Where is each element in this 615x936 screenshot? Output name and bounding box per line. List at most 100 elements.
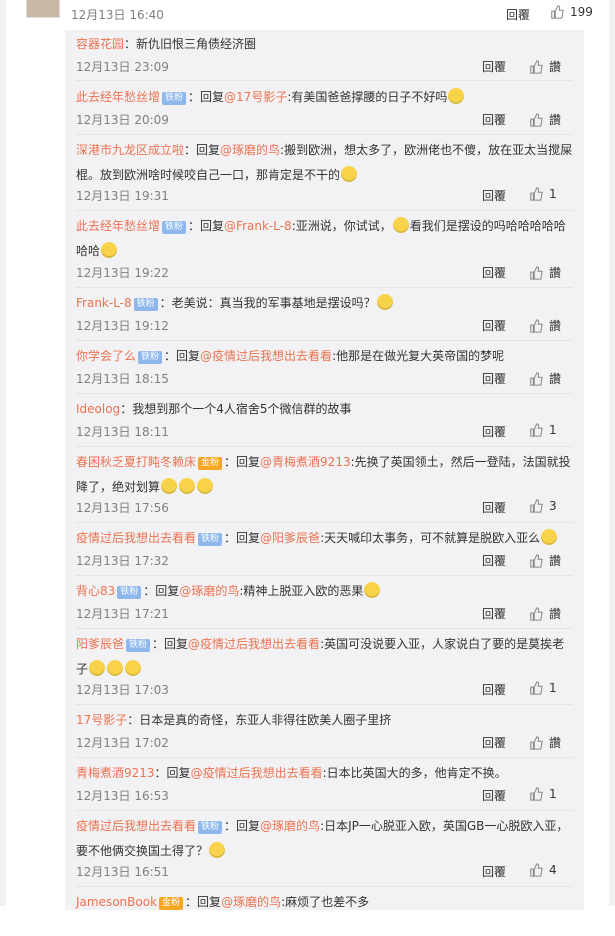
like-button[interactable]: 讚	[529, 58, 573, 75]
mention-link[interactable]: @Frank-L-8	[224, 219, 292, 233]
reply-button[interactable]: 回覆	[482, 605, 506, 622]
like-button[interactable]: 讚	[529, 370, 573, 387]
like-count: 1	[549, 787, 557, 801]
like-button[interactable]: 1	[529, 787, 573, 801]
like-button[interactable]: 讚	[529, 552, 573, 569]
mention-link[interactable]: @青梅煮酒9213	[260, 455, 351, 469]
reply-username[interactable]: JamesonBook	[76, 895, 157, 909]
reply-divider	[76, 757, 573, 758]
reply-username[interactable]: 17号影子	[76, 713, 127, 727]
reply-body: ：回复	[143, 584, 180, 598]
reply-time: 12月13日 17:02	[76, 736, 169, 750]
reply-divider	[76, 522, 573, 523]
reply-divider	[76, 210, 573, 211]
reply-username[interactable]: 此去经年愁丝增	[76, 219, 160, 233]
reply-button[interactable]: 回覆	[482, 370, 506, 387]
replies-panel: 容器花园：新仇旧恨三角债经济圈 12月13日 23:09 回覆讚此去经年愁丝增 铁粉：…	[65, 30, 584, 910]
reply-button[interactable]: 回覆	[506, 6, 530, 23]
like-button[interactable]: 1	[529, 681, 573, 695]
like-button[interactable]: 3	[529, 499, 573, 513]
reply-meta: 12月13日 17:21 回覆 讚	[76, 605, 573, 623]
reply-time: 12月13日 23:09	[76, 60, 169, 74]
reply-username[interactable]: 容器花园	[76, 37, 124, 51]
avatar[interactable]	[26, 0, 60, 18]
reply-username[interactable]: Frank-L-8	[76, 296, 132, 310]
like-button[interactable]: 1	[529, 423, 573, 437]
reply-button[interactable]: 回覆	[482, 734, 506, 751]
like-button[interactable]: 讚	[529, 317, 573, 334]
like-button[interactable]: 讚	[529, 264, 573, 281]
thumbs-up-icon	[530, 787, 543, 801]
reply-button[interactable]: 回覆	[482, 317, 506, 334]
reply-button[interactable]: 回覆	[482, 552, 506, 569]
laugh-emoji-icon	[392, 217, 409, 233]
like-button[interactable]: 讚	[529, 605, 573, 622]
reply-text: 你学会了么 铁粉 ：回复@疫情过后我想出去看看:他那是在做光复大英帝国的梦呢	[76, 344, 573, 369]
reply-text: 此去经年愁丝增 铁粉 ：回复@17号影子:有美国爸爸撑腰的日子不好吗	[76, 85, 573, 110]
reply-body-continued: :日本比英国大的多，他肯定不换。	[322, 766, 507, 780]
reply-divider	[76, 628, 573, 629]
like-button[interactable]: 讚	[529, 734, 573, 751]
thumbs-up-icon	[530, 423, 543, 437]
reply-body: ：回复	[188, 219, 225, 233]
reply-item: 疫情过后我想出去看看 铁粉 ：回复@阳爹辰爸:天天喊印太事务，可不就算是脱欧入亚么 1…	[76, 526, 573, 575]
reply-time: 12月13日 19:22	[76, 266, 169, 280]
reply-button[interactable]: 回覆	[482, 187, 506, 204]
thumbs-up-icon	[530, 112, 543, 127]
parent-comment-footer: 12月13日 16:40 回覆 199	[6, 0, 609, 28]
reply-divider	[76, 810, 573, 811]
reply-meta: 12月13日 17:03 回覆 1	[76, 681, 573, 699]
fan-badge: 铁粉	[162, 221, 187, 234]
reply-username[interactable]: 背心83	[76, 584, 115, 598]
emoji-icon	[101, 242, 118, 258]
reply-button[interactable]: 回覆	[482, 681, 506, 698]
like-button[interactable]: 讚	[529, 111, 573, 128]
reply-username[interactable]: 此去经年愁丝增	[76, 90, 160, 104]
reply-time: 12月13日 18:11	[76, 425, 169, 439]
mention-link[interactable]: @17号影子	[224, 90, 287, 104]
reply-body: ：新仇旧恨三角债经济圈	[124, 37, 257, 51]
mention-link[interactable]: @疫情过后我想出去看看	[191, 766, 323, 780]
mention-link[interactable]: @琢磨的鸟	[179, 584, 239, 598]
reply-meta: 12月13日 17:32 回覆 讚	[76, 552, 573, 570]
mention-link[interactable]: @琢磨的鸟	[221, 895, 281, 909]
reply-username[interactable]: 疫情过后我想出去看看	[76, 531, 196, 545]
reply-button[interactable]: 回覆	[482, 863, 506, 880]
reply-text: JamesonBook 金粉 ：回复@琢磨的鸟:麻烦了也差不多	[76, 890, 573, 915]
like-count: 199	[570, 5, 593, 19]
reply-item: 疫情过后我想出去看看 铁粉 ：回复@琢磨的鸟:日本JP一心脱亚入欧，英国GB一心脱欧…	[76, 814, 573, 886]
thumbs-up-icon	[530, 735, 543, 750]
reply-item: JamesonBook 金粉 ：回复@琢磨的鸟:麻烦了也差不多	[76, 890, 573, 936]
reply-body: ：我想到那个一个4人宿舍5个微信群的故事	[120, 402, 352, 416]
reply-username[interactable]: 深港市九龙区成立啦	[76, 143, 184, 157]
reply-divider	[76, 287, 573, 288]
mention-link[interactable]: @疫情过后我想出去看看	[200, 349, 332, 363]
mention-link[interactable]: @琢磨的鸟	[260, 819, 320, 833]
reply-username[interactable]: 疫情过后我想出去看看	[76, 819, 196, 833]
reply-username[interactable]: Ideolog	[76, 402, 120, 416]
reply-button[interactable]: 回覆	[482, 264, 506, 281]
reply-button[interactable]: 回覆	[482, 58, 506, 75]
reply-button[interactable]: 回覆	[482, 111, 506, 128]
reply-username[interactable]: 你学会了么	[76, 349, 136, 363]
thumbs-up-icon	[530, 318, 543, 333]
reply-username[interactable]: 阳爹辰爸	[76, 637, 124, 651]
fan-badge: 铁粉	[198, 821, 223, 834]
mention-link[interactable]: @琢磨的鸟	[220, 143, 280, 157]
mention-link[interactable]: @疫情过后我想出去看看	[188, 637, 320, 651]
reply-username[interactable]: 青梅煮酒9213	[76, 766, 155, 780]
reply-text: Frank-L-8 铁粉 ：老美说：真当我的军事基地是摆设吗？	[76, 291, 573, 316]
reply-time: 12月13日 17:32	[76, 554, 169, 568]
reply-button[interactable]: 回覆	[482, 787, 506, 804]
reply-username[interactable]: 春困秋乏夏打盹冬赖床	[76, 455, 196, 469]
reply-button[interactable]: 回覆	[482, 499, 506, 516]
emoji-icon	[179, 478, 196, 494]
emoji-icon	[448, 88, 465, 104]
mention-link[interactable]: @阳爹辰爸	[260, 531, 320, 545]
like-button[interactable]: 1	[529, 187, 573, 201]
reply-text: 背心83 铁粉 ：回复@琢磨的鸟:精神上脱亚入欧的恶果	[76, 579, 573, 604]
like-button[interactable]: 199	[550, 5, 593, 19]
reply-button[interactable]: 回覆	[482, 423, 506, 440]
like-button[interactable]: 4	[529, 863, 573, 877]
reply-divider	[76, 575, 573, 576]
